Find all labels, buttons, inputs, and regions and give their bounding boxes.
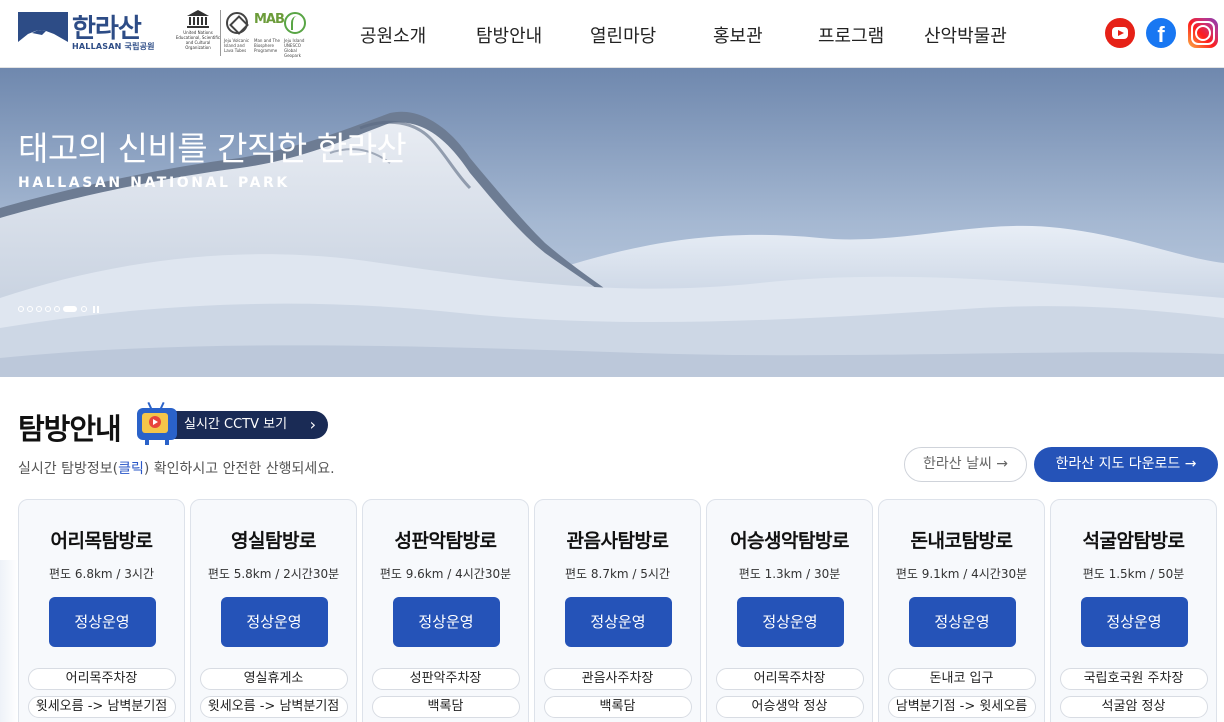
trail-info-start: 영실휴게소 <box>199 668 348 690</box>
instagram-icon[interactable] <box>1188 18 1218 48</box>
trail-status-button[interactable]: 정상운영 <box>392 597 500 647</box>
geopark-icon <box>284 12 306 34</box>
logo-korean-text: 한라산 <box>72 14 142 44</box>
trail-name: 어리목탐방로 <box>50 530 153 552</box>
slide-dot[interactable] <box>18 306 24 312</box>
trail-card-gwaneumsa: 관음사탐방로 편도 8.7km / 5시간 정상운영 관음사주차장 백록담 <box>534 499 701 722</box>
trail-info-route: 백록담 <box>371 696 520 718</box>
trail-info-route: 어승생악 정상 <box>715 696 864 718</box>
facebook-icon[interactable]: f <box>1146 18 1176 48</box>
slide-dot[interactable] <box>36 306 42 312</box>
section-title: 탐방안내 <box>18 412 122 446</box>
chevron-right-icon: › <box>309 415 316 434</box>
slide-dot-active[interactable] <box>63 306 77 312</box>
trail-info-start: 돈내코 입구 <box>887 668 1036 690</box>
trail-info-start: 관음사주차장 <box>543 668 692 690</box>
youtube-icon[interactable] <box>1105 18 1135 48</box>
trail-status-button[interactable]: 정상운영 <box>908 597 1016 647</box>
trail-meta: 편도 8.7km / 5시간 <box>564 567 670 581</box>
realtime-info-link[interactable]: 클릭 <box>118 461 144 477</box>
partner-divider <box>220 10 221 56</box>
trail-status-button[interactable]: 정상운영 <box>564 597 672 647</box>
trail-name: 석굴암탐방로 <box>1082 530 1185 552</box>
cctv-button-label: 실시간 CCTV 보기 <box>184 417 288 432</box>
info-description: 실시간 탐방정보(클릭) 확인하시고 안전한 산행되세요. <box>18 461 335 477</box>
trail-info-route: 백록담 <box>543 696 692 718</box>
hero-title: 태고의 신비를 간직한 한라산 <box>18 129 407 168</box>
trail-card-seokguram: 석굴암탐방로 편도 1.5km / 50분 정상운영 국립호국원 주차장 석굴암… <box>1050 499 1217 722</box>
trail-meta: 편도 9.6km / 4시간30분 <box>379 567 512 581</box>
unesco-temple-icon <box>187 10 209 28</box>
trail-name: 성판악탐방로 <box>394 530 497 552</box>
nav-promotion[interactable]: 홍보관 <box>713 22 763 48</box>
hero-banner: 태고의 신비를 간직한 한라산 HALLASAN NATIONAL PARK <box>0 68 1224 377</box>
nav-open-forum[interactable]: 열린마당 <box>590 22 656 48</box>
trail-card-yeongsil: 영실탐방로 편도 5.8km / 2시간30분 정상운영 영실휴게소 윗세오름 … <box>190 499 357 722</box>
unesco-text: United Nations Educational, Scientific a… <box>175 30 221 50</box>
mab-logo: MAB <box>254 12 285 27</box>
pause-icon[interactable] <box>93 306 99 313</box>
mountain-logo-icon <box>18 12 68 52</box>
nav-program[interactable]: 프로그램 <box>818 22 884 48</box>
trail-status-button[interactable]: 정상운영 <box>220 597 328 647</box>
map-download-button[interactable]: 한라산 지도 다운로드 → <box>1034 447 1218 482</box>
mab-text: Man and The Biosphere Programme <box>254 38 280 53</box>
snow-mountain-image <box>0 68 1224 377</box>
logo-english-text: HALLASAN 국립공원 <box>72 42 155 51</box>
slide-dot[interactable] <box>81 306 87 312</box>
trail-name: 어승생악탐방로 <box>730 530 849 552</box>
trail-meta: 편도 5.8km / 2시간30분 <box>207 567 340 581</box>
trail-info-start: 성판악주차장 <box>371 668 520 690</box>
trail-info-start: 어리목주차장 <box>715 668 864 690</box>
unesco-logo: United Nations Educational, Scientific a… <box>176 10 220 56</box>
hallasan-logo[interactable]: 한라산 HALLASAN 국립공원 <box>18 12 160 54</box>
trail-info-route: 윗세오름 -> 남벽분기점 <box>27 696 176 718</box>
trail-info-route: 남벽분기점 -> 윗세오름 <box>887 696 1036 718</box>
slide-dot[interactable] <box>27 306 33 312</box>
trail-status-button[interactable]: 정상운영 <box>1080 597 1188 647</box>
trail-info-route: 윗세오름 -> 남벽분기점 <box>199 696 348 718</box>
slide-dot[interactable] <box>54 306 60 312</box>
trail-meta: 편도 6.8km / 3시간 <box>48 567 154 581</box>
nav-visit-guide[interactable]: 탐방안내 <box>476 22 542 48</box>
trail-card-seongpanak: 성판악탐방로 편도 9.6km / 4시간30분 정상운영 성판악주차장 백록담 <box>362 499 529 722</box>
slide-dot[interactable] <box>45 306 51 312</box>
trail-name: 관음사탐방로 <box>566 530 669 552</box>
trail-info-start: 국립호국원 주차장 <box>1059 668 1208 690</box>
trail-info-start: 어리목주차장 <box>27 668 176 690</box>
weather-button[interactable]: 한라산 날씨 → <box>904 447 1027 482</box>
trail-info-route: 석굴암 정상 <box>1059 696 1208 718</box>
trail-meta: 편도 1.5km / 50분 <box>1082 567 1185 581</box>
trail-meta: 편도 9.1km / 4시간30분 <box>895 567 1028 581</box>
nav-park-intro[interactable]: 공원소개 <box>360 22 426 48</box>
trail-name: 돈내코탐방로 <box>910 530 1013 552</box>
nav-mountain-museum[interactable]: 산악박물관 <box>924 22 1007 48</box>
geopark-text: Jeju Island UNESCO Global Geopark <box>284 38 305 58</box>
hero-subtitle: HALLASAN NATIONAL PARK <box>18 175 290 191</box>
left-decoration <box>0 560 18 722</box>
tv-icon <box>137 401 177 446</box>
trail-name: 영실탐방로 <box>231 530 316 552</box>
partner-logos: United Nations Educational, Scientific a… <box>176 8 310 60</box>
trail-meta: 편도 1.3km / 30분 <box>738 567 841 581</box>
trail-card-donnaeko: 돈내코탐방로 편도 9.1km / 4시간30분 정상운영 돈내코 입구 남벽분… <box>878 499 1045 722</box>
world-heritage-icon <box>226 12 248 34</box>
trail-status-button[interactable]: 정상운영 <box>48 597 156 647</box>
whs-text: Jeju Volcanic Island and Lava Tubes <box>224 38 250 53</box>
trail-card-eorimok: 어리목탐방로 편도 6.8km / 3시간 정상운영 어리목주차장 윗세오름 -… <box>18 499 185 722</box>
site-header: 한라산 HALLASAN 국립공원 United Nations Educati… <box>0 0 1224 68</box>
trail-status-button[interactable]: 정상운영 <box>736 597 844 647</box>
trail-card-eoseungsaengak: 어승생악탐방로 편도 1.3km / 30분 정상운영 어리목주차장 어승생악 … <box>706 499 873 722</box>
